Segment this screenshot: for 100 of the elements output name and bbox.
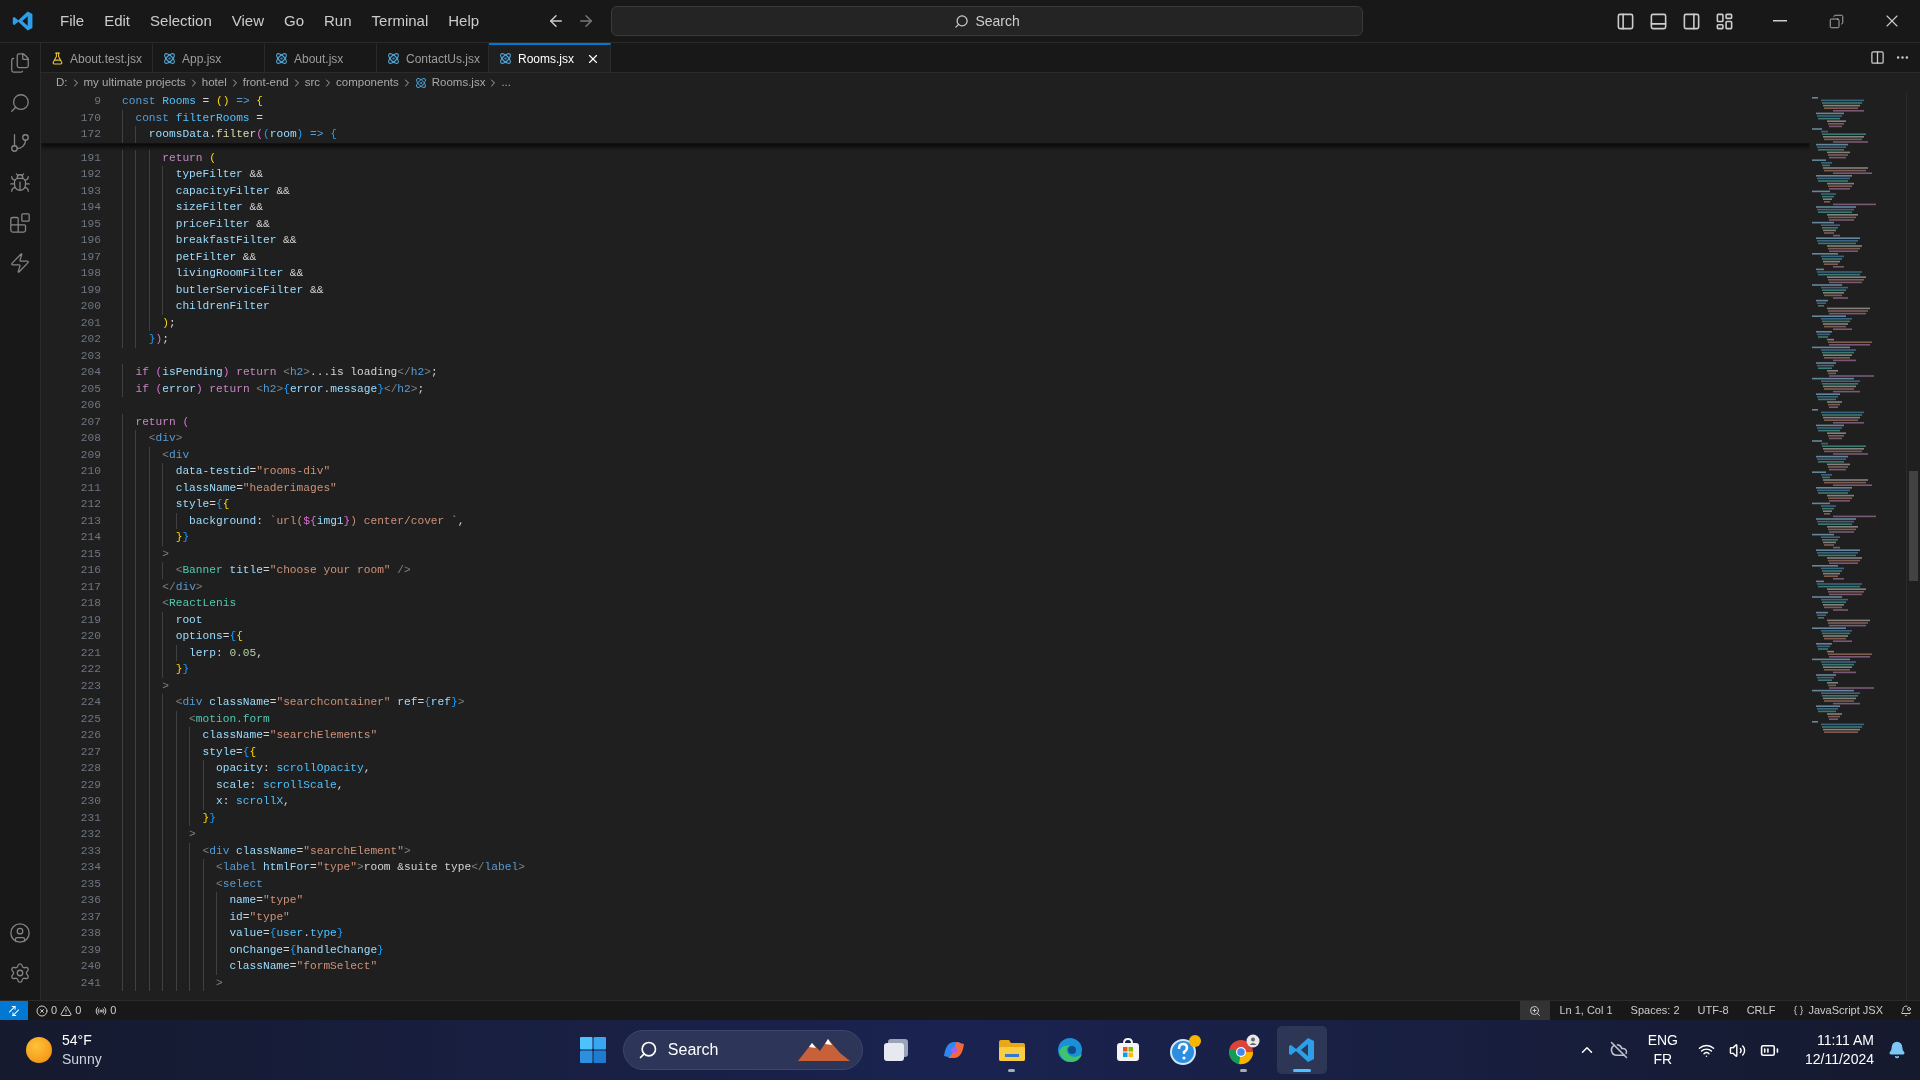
clock-date[interactable]: 12/11/2024 bbox=[1804, 1050, 1874, 1069]
search-icon bbox=[637, 1040, 658, 1060]
code-line: }} bbox=[122, 529, 190, 546]
code-line: <Banner title="choose your room" /> bbox=[122, 562, 411, 579]
menu-item[interactable]: Edit bbox=[94, 6, 141, 36]
breadcrumb-item[interactable]: src bbox=[304, 74, 321, 92]
error-count: 0 bbox=[51, 1003, 58, 1019]
zoom-button[interactable] bbox=[1520, 1001, 1551, 1020]
zoom-icon bbox=[1529, 1004, 1542, 1017]
branch-icon[interactable] bbox=[9, 132, 31, 154]
line-number: 195 bbox=[79, 216, 101, 232]
breadcrumb-item[interactable]: hotel bbox=[201, 74, 227, 92]
menu-item[interactable]: Terminal bbox=[361, 6, 439, 36]
editor-tab[interactable]: About.test.jsx bbox=[41, 43, 153, 72]
ports-count: 0 bbox=[110, 1003, 117, 1019]
line-number: 193 bbox=[79, 183, 101, 199]
line-ending-setting[interactable]: CRLF bbox=[1737, 1001, 1785, 1020]
code-editor-logo-icon bbox=[12, 10, 34, 32]
atom-icon bbox=[387, 52, 400, 65]
code-line: <div bbox=[122, 446, 190, 463]
ports-button[interactable]: 0 bbox=[89, 1001, 123, 1020]
input-language[interactable]: ENG bbox=[1647, 1031, 1678, 1050]
code-line: <div className="searchElement"> bbox=[122, 842, 411, 859]
notification-bell-icon[interactable] bbox=[1888, 1041, 1906, 1059]
warning-icon bbox=[60, 1004, 73, 1017]
secondary-sidebar-toggle-icon[interactable] bbox=[1682, 11, 1701, 31]
encoding-setting[interactable]: UTF-8 bbox=[1688, 1001, 1738, 1020]
code-line: typeFilter && bbox=[122, 166, 263, 183]
code-line: > bbox=[122, 974, 223, 991]
code-line: name="type" bbox=[122, 892, 304, 909]
menu-item[interactable]: Selection bbox=[140, 6, 222, 36]
tab-label: About.jsx bbox=[294, 50, 344, 68]
split-editor-icon[interactable] bbox=[1870, 50, 1885, 65]
scrollbar-thumb[interactable] bbox=[1909, 471, 1918, 581]
layout-icon[interactable] bbox=[1715, 11, 1734, 31]
sidebar-toggle-icon[interactable] bbox=[1616, 11, 1635, 31]
broadcast-icon bbox=[95, 1004, 108, 1017]
line-number: 239 bbox=[79, 942, 101, 958]
code-line: breakfastFilter && bbox=[122, 232, 297, 249]
weather-condition: Sunny bbox=[62, 1050, 102, 1069]
code-line: return ( bbox=[122, 149, 216, 166]
command-center-search[interactable]: Search bbox=[611, 6, 1364, 36]
files-icon[interactable] bbox=[9, 52, 31, 74]
breadcrumb-item[interactable]: D: bbox=[56, 74, 68, 92]
line-number: 208 bbox=[79, 431, 101, 446]
volume-icon[interactable] bbox=[1728, 1041, 1746, 1059]
breadcrumb-item[interactable]: front-end bbox=[242, 74, 289, 92]
code-line: > bbox=[122, 826, 196, 843]
menu-item[interactable]: File bbox=[50, 6, 95, 36]
line-number: 204 bbox=[79, 365, 101, 380]
warning-count: 0 bbox=[75, 1003, 82, 1019]
code-line: butlerServiceFilter && bbox=[122, 281, 324, 298]
menu-item[interactable]: Help bbox=[438, 6, 490, 36]
code-line: petFilter && bbox=[122, 248, 257, 265]
breadcrumb-item[interactable]: ... bbox=[501, 74, 511, 92]
menu-item[interactable]: Run bbox=[314, 6, 362, 36]
remote-button[interactable] bbox=[0, 1001, 28, 1020]
settings-icon[interactable] bbox=[9, 962, 31, 984]
cloud-off-icon[interactable] bbox=[1609, 1041, 1628, 1059]
breadcrumb-item[interactable]: my ultimate projects bbox=[83, 74, 186, 92]
run-debug-icon[interactable] bbox=[9, 172, 31, 194]
code-line: <label htmlFor="type">room &suite type</label> bbox=[122, 859, 525, 876]
language-mode[interactable]: JavaScript JSX bbox=[1784, 1001, 1892, 1020]
code-line: className="headerimages" bbox=[122, 479, 337, 496]
code-line: if (isPending) return <h2>...is loading</h2>; bbox=[122, 364, 438, 381]
restore-icon bbox=[1828, 13, 1844, 29]
line-number: 224 bbox=[79, 695, 101, 710]
line-number: 229 bbox=[79, 777, 101, 793]
breadcrumb-item[interactable]: Rooms.jsx bbox=[431, 74, 486, 92]
menu-item[interactable]: Go bbox=[274, 6, 314, 36]
taskbar-search[interactable]: Search bbox=[622, 1030, 863, 1070]
panel-toggle-icon[interactable] bbox=[1649, 11, 1668, 31]
code-line: roomsData.filter((room) => { bbox=[122, 126, 337, 143]
clock-time[interactable]: 11:11 AM bbox=[1816, 1031, 1874, 1050]
line-number: 196 bbox=[79, 233, 101, 248]
editor-tab[interactable]: Rooms.jsx bbox=[489, 43, 611, 72]
code-line: ); bbox=[122, 314, 176, 331]
code-line: id="type" bbox=[122, 908, 290, 925]
extensions-icon[interactable] bbox=[9, 212, 31, 234]
problems-button[interactable]: 0 0 bbox=[28, 1001, 90, 1020]
menu-item[interactable]: View bbox=[221, 6, 274, 36]
editor-tab[interactable]: App.jsx bbox=[153, 43, 265, 72]
notifications-icon[interactable] bbox=[1900, 1004, 1912, 1017]
search-icon[interactable] bbox=[9, 92, 31, 114]
line-number: 235 bbox=[79, 876, 101, 892]
line-number: 237 bbox=[79, 909, 101, 925]
taskbar-app[interactable] bbox=[1276, 1026, 1327, 1074]
account-icon[interactable] bbox=[9, 922, 31, 944]
editor-tab[interactable]: About.jsx bbox=[265, 43, 377, 72]
code-line: options={{ bbox=[122, 628, 243, 645]
line-number: 231 bbox=[79, 810, 101, 826]
search-label: Search bbox=[667, 1040, 719, 1060]
line-number: 170 bbox=[79, 110, 101, 126]
input-language[interactable]: FR bbox=[1653, 1050, 1673, 1069]
tab-label: App.jsx bbox=[182, 50, 222, 68]
indentation-setting[interactable]: Spaces: 2 bbox=[1621, 1001, 1689, 1020]
cursor-position[interactable]: Ln 1, Col 1 bbox=[1550, 1001, 1622, 1020]
atom-icon bbox=[275, 52, 288, 65]
line-number: 206 bbox=[79, 398, 101, 413]
breadcrumb-item[interactable]: components bbox=[336, 74, 399, 92]
